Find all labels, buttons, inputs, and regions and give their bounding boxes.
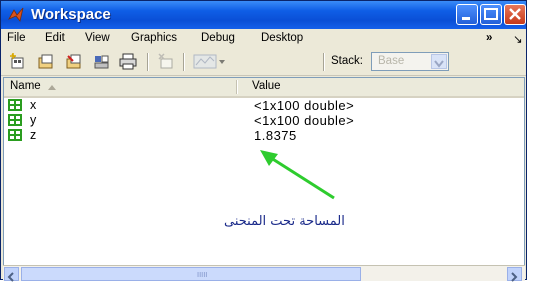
print-icon[interactable] [119,53,137,70]
stack-value: Base [378,55,405,67]
chevron-left-icon [7,272,14,282]
scroll-right-button[interactable] [507,267,522,282]
toolbar-separator [147,53,149,71]
menu-graphics[interactable]: Graphics [131,32,177,44]
variable-value: <1x100 double> [254,98,355,113]
menu-file[interactable]: File [7,32,26,44]
toolbar: Stack: Base [1,49,526,76]
column-header-name[interactable]: Name [10,80,41,92]
delete-variable-icon[interactable] [157,53,175,70]
table-row[interactable]: y <1x100 double> [4,113,524,128]
stack-label: Stack: [331,55,363,67]
scroll-left-button[interactable] [4,267,19,282]
table-row[interactable]: x <1x100 double> [4,98,524,113]
scroll-grip: IIIII [197,271,208,279]
toolbar-separator [323,53,325,71]
close-icon [509,8,521,20]
stack-dropdown[interactable]: Base [371,52,449,71]
column-divider[interactable] [236,80,238,94]
new-variable-icon[interactable] [9,53,27,70]
matrix-variable-icon [8,129,22,141]
toolbar-separator [183,53,185,71]
minimize-button[interactable] [456,4,478,25]
chevron-down-icon [434,60,444,68]
menu-edit[interactable]: Edit [45,32,65,44]
matrix-variable-icon [8,99,22,111]
maximize-button[interactable] [480,4,502,25]
close-button[interactable] [504,4,526,25]
table-header: Name Value [4,78,524,98]
column-header-value[interactable]: Value [252,80,281,92]
workspace-window: Workspace File Edit View Graphics Debug … [0,0,527,282]
variable-name: z [30,128,37,142]
open-variable-icon[interactable] [37,53,55,70]
import-data-icon[interactable] [65,53,83,70]
minimize-icon [462,17,470,20]
dropdown-arrow-button[interactable] [431,54,447,69]
plot-selection-icon[interactable] [193,53,227,70]
menu-undock[interactable]: ↘ [513,32,523,46]
annotation-arrow-icon [260,150,335,200]
maximize-icon [484,8,498,20]
horizontal-scrollbar[interactable]: IIIII [3,265,525,282]
matlab-logo-icon [8,7,24,22]
variable-value: <1x100 double> [254,113,355,128]
matrix-variable-icon [8,114,22,126]
table-row[interactable]: z 1.8375 [4,128,524,143]
annotation-text: المساحة تحت المنحنى [224,214,345,229]
menu-overflow[interactable]: » [486,32,492,44]
menu-debug[interactable]: Debug [201,32,235,44]
sort-ascending-icon [48,85,56,90]
save-workspace-icon[interactable] [93,53,111,70]
scroll-thumb[interactable]: IIIII [21,267,361,281]
chevron-right-icon [511,272,518,282]
workspace-table: Name Value x <1x100 double> y <1x100 dou… [3,77,525,267]
menu-view[interactable]: View [85,32,110,44]
menu-desktop[interactable]: Desktop [261,32,303,44]
variable-name: x [30,98,37,112]
window-title: Workspace [31,6,111,23]
variable-value: 1.8375 [254,128,297,143]
menu-bar: File Edit View Graphics Debug Desktop » … [1,29,526,49]
title-bar[interactable]: Workspace [1,1,526,29]
variable-name: y [30,113,37,127]
